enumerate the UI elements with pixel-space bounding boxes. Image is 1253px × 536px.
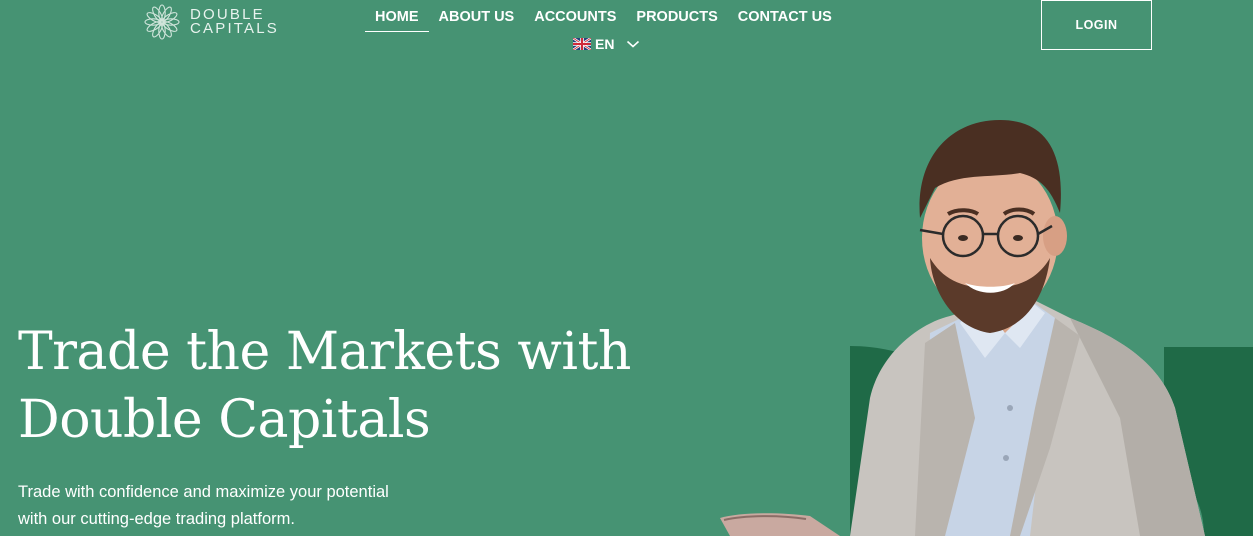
brand-name-line2: CAPITALS bbox=[190, 20, 280, 37]
hero-subtitle-line1: Trade with confidence and maximize your … bbox=[18, 483, 389, 501]
login-button[interactable]: LOGIN bbox=[1041, 0, 1152, 50]
logo-icon bbox=[144, 4, 180, 40]
brand-wordmark: DOUBLE CAPITALS bbox=[190, 7, 280, 37]
language-code: EN bbox=[595, 36, 615, 52]
nav-item-products[interactable]: PRODUCTS bbox=[626, 6, 727, 31]
hero-subtitle: Trade with confidence and maximize your … bbox=[18, 479, 438, 533]
brand-logo[interactable]: DOUBLE CAPITALS bbox=[142, 2, 279, 42]
hero-person-image bbox=[720, 120, 1205, 536]
hero-title-line2: Double Capitals bbox=[18, 390, 431, 450]
uk-flag-icon bbox=[573, 38, 591, 50]
hero-title-line1: Trade the Markets with bbox=[18, 322, 631, 382]
nav-item-accounts[interactable]: ACCOUNTS bbox=[524, 6, 626, 31]
nav-item-about-us[interactable]: ABOUT US bbox=[429, 6, 525, 31]
landing-page: DOUBLE CAPITALS HOME ABOUT US ACCOUNTS P… bbox=[0, 0, 1253, 536]
hero-title: Trade the Markets with Double Capitals bbox=[18, 318, 658, 454]
chevron-down-icon bbox=[627, 40, 640, 48]
language-selector[interactable]: EN bbox=[573, 36, 640, 52]
nav-item-contact-us[interactable]: CONTACT US bbox=[728, 6, 842, 31]
hero-subtitle-line2: with our cutting-edge trading platform. bbox=[18, 510, 295, 528]
main-nav: HOME ABOUT US ACCOUNTS PRODUCTS CONTACT … bbox=[365, 6, 842, 32]
nav-item-home[interactable]: HOME bbox=[365, 6, 429, 32]
